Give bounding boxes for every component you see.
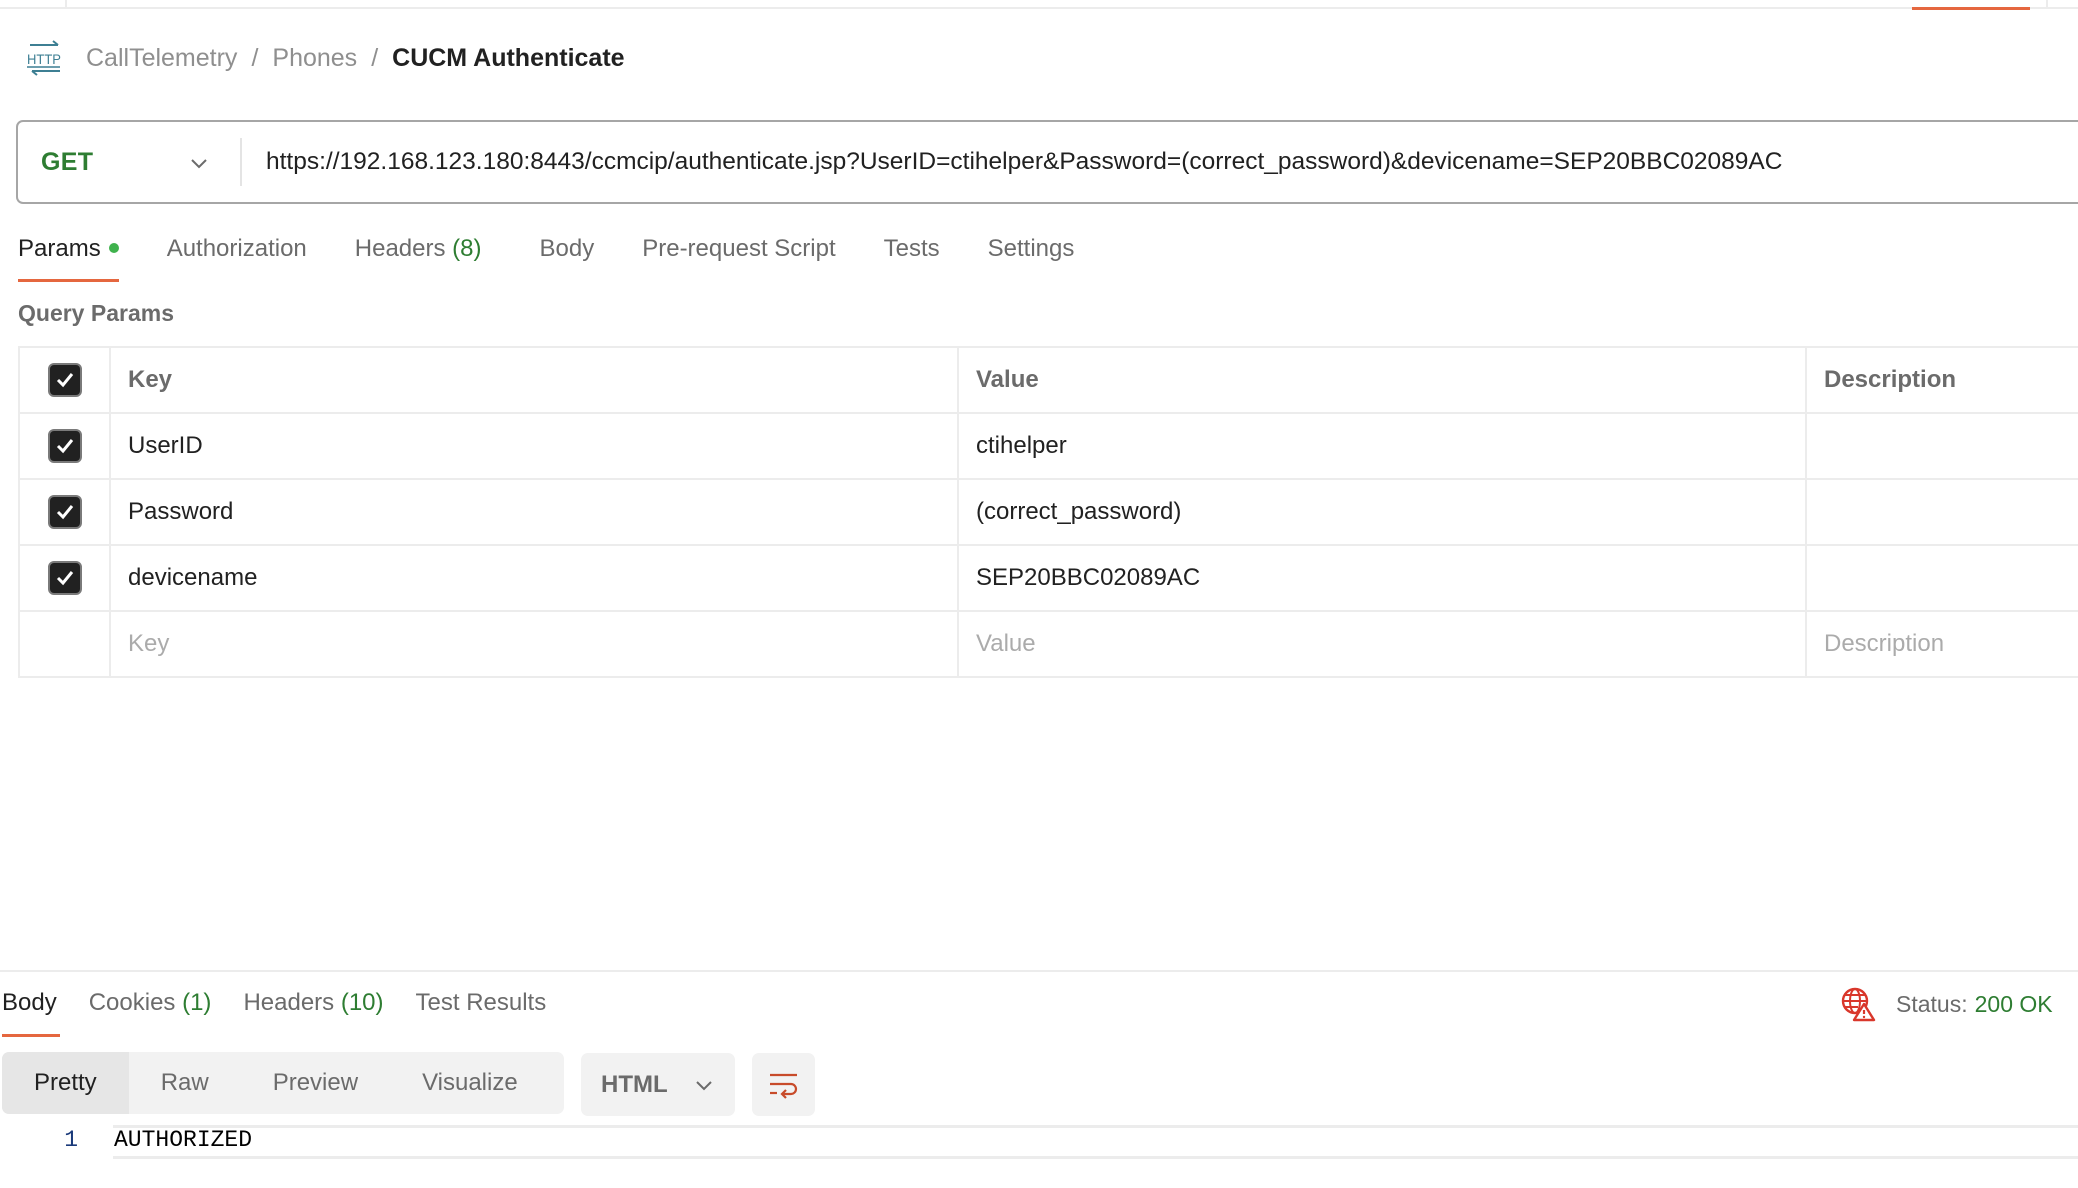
table-row: devicename SEP20BBC02089AC (18, 544, 2078, 612)
language-label: HTML (601, 1070, 668, 1098)
response-tab-test-results[interactable]: Test Results (416, 986, 547, 1036)
checkmark-icon (56, 373, 73, 388)
response-tab-cookies[interactable]: Cookies (1) (89, 986, 212, 1036)
row-checkbox[interactable] (47, 561, 82, 595)
param-value[interactable]: SEP20BBC02089AC (957, 544, 1807, 612)
response-status: Status: 200 OK (1840, 986, 2053, 1022)
request-tabs: Params Authorization Headers (8) Body Pr… (18, 230, 1122, 282)
tab-label: Settings (987, 235, 1075, 262)
request-name[interactable]: CUCM Authenticate (392, 44, 624, 73)
breadcrumb-separator: / (371, 43, 379, 72)
response-pane-divider[interactable] (0, 970, 2078, 972)
select-all-checkbox[interactable] (47, 363, 82, 397)
tab-count: (1) (182, 989, 212, 1016)
breadcrumb-item-phones[interactable]: Phones (272, 44, 357, 73)
param-description[interactable] (1805, 478, 2078, 546)
params-active-dot (108, 242, 119, 253)
breadcrumb: HTTP CallTelemetry / Phones / CUCM Authe… (26, 38, 625, 78)
tab-pre-request-script[interactable]: Pre-request Script (642, 230, 835, 282)
query-params-heading: Query Params (18, 300, 174, 326)
new-value-input[interactable]: Value (957, 610, 1807, 678)
table-row: UserID ctihelper (18, 412, 2078, 480)
param-value[interactable]: ctihelper (957, 412, 1807, 480)
status-label: Status: (1896, 990, 1968, 1017)
top-tab-strip (0, 0, 2078, 9)
word-wrap-button[interactable] (752, 1053, 815, 1116)
url-input[interactable] (242, 122, 2078, 202)
tab-divider (65, 0, 67, 8)
tab-count: (8) (452, 235, 482, 262)
tab-label: Tests (883, 235, 940, 262)
tab-authorization[interactable]: Authorization (167, 230, 307, 282)
tab-body[interactable]: Body (540, 230, 595, 282)
tab-label: Authorization (166, 235, 307, 262)
table-row: Password (correct_password) (18, 478, 2078, 546)
http-icon: HTTP (26, 40, 64, 76)
format-raw-button[interactable]: Raw (129, 1052, 241, 1114)
response-tab-body[interactable]: Body (2, 986, 60, 1037)
param-key[interactable]: UserID (109, 412, 959, 480)
format-visualize-button[interactable]: Visualize (390, 1052, 550, 1114)
column-header-description: Description (1805, 346, 2078, 414)
tab-label: Cookies (88, 989, 176, 1016)
chevron-down-icon (695, 1080, 712, 1090)
tab-label: Pre-request Script (642, 235, 836, 262)
column-header-value: Value (957, 346, 1807, 414)
body-format-selector: Pretty Raw Preview Visualize (2, 1052, 564, 1114)
tab-headers[interactable]: Headers (8) (355, 230, 482, 282)
row-checkbox[interactable] (47, 429, 82, 463)
tab-label: Body (539, 235, 595, 262)
url-bar: GET (16, 120, 2078, 204)
new-description-input[interactable]: Description (1805, 610, 2078, 678)
active-tab-indicator[interactable] (1912, 7, 2030, 10)
response-tabs: Body Cookies (1) Headers (10) Test Resul… (2, 986, 578, 1037)
checkmark-icon (56, 571, 73, 586)
method-label: GET (41, 147, 94, 176)
globe-warning-icon[interactable] (1840, 986, 1876, 1022)
tab-divider (2046, 0, 2048, 8)
format-pretty-button[interactable]: Pretty (2, 1052, 129, 1114)
tab-count: (10) (340, 989, 384, 1016)
status-code[interactable]: 200 OK (1975, 991, 2053, 1018)
param-description[interactable] (1805, 544, 2078, 612)
language-select[interactable]: HTML (581, 1053, 735, 1116)
response-tab-headers[interactable]: Headers (10) (243, 986, 383, 1036)
table-header-row: Key Value Description (18, 346, 2078, 414)
breadcrumb-item-calltelemetry[interactable]: CallTelemetry (86, 44, 237, 73)
chevron-down-icon (191, 159, 207, 169)
wrap-lines-icon (769, 1073, 797, 1099)
checkmark-icon (56, 505, 73, 520)
new-param-row: Key Value Description (18, 610, 2078, 678)
row-check-cell (18, 610, 111, 678)
tab-label: Params (18, 235, 101, 262)
tab-label: Headers (243, 989, 335, 1016)
tab-tests[interactable]: Tests (884, 230, 940, 282)
tab-label: Headers (354, 235, 446, 262)
format-preview-button[interactable]: Preview (241, 1052, 390, 1114)
svg-text:HTTP: HTTP (27, 51, 61, 67)
param-key[interactable]: Password (109, 478, 959, 546)
tab-params[interactable]: Params (18, 230, 119, 282)
row-checkbox[interactable] (47, 495, 82, 529)
param-description[interactable] (1805, 412, 2078, 480)
tab-settings[interactable]: Settings (988, 230, 1075, 282)
tab-label: Test Results (415, 989, 547, 1016)
active-line-highlight (113, 1125, 2078, 1159)
column-header-key: Key (109, 346, 959, 414)
new-key-input[interactable]: Key (109, 610, 959, 678)
param-value[interactable]: (correct_password) (957, 478, 1807, 546)
breadcrumb-separator: / (251, 43, 259, 72)
method-select[interactable]: GET (18, 122, 240, 202)
row-check-cell (18, 412, 111, 480)
checkmark-icon (56, 439, 73, 454)
row-check-cell (18, 544, 111, 612)
row-check-cell (18, 478, 111, 546)
response-body-line[interactable]: AUTHORIZED (114, 1127, 252, 1153)
line-number: 1 (64, 1127, 78, 1153)
select-all-cell (18, 346, 111, 414)
param-key[interactable]: devicename (109, 544, 959, 612)
query-params-table: Key Value Description UserID ctihelper P… (18, 346, 2078, 678)
tab-label: Body (2, 989, 57, 1016)
